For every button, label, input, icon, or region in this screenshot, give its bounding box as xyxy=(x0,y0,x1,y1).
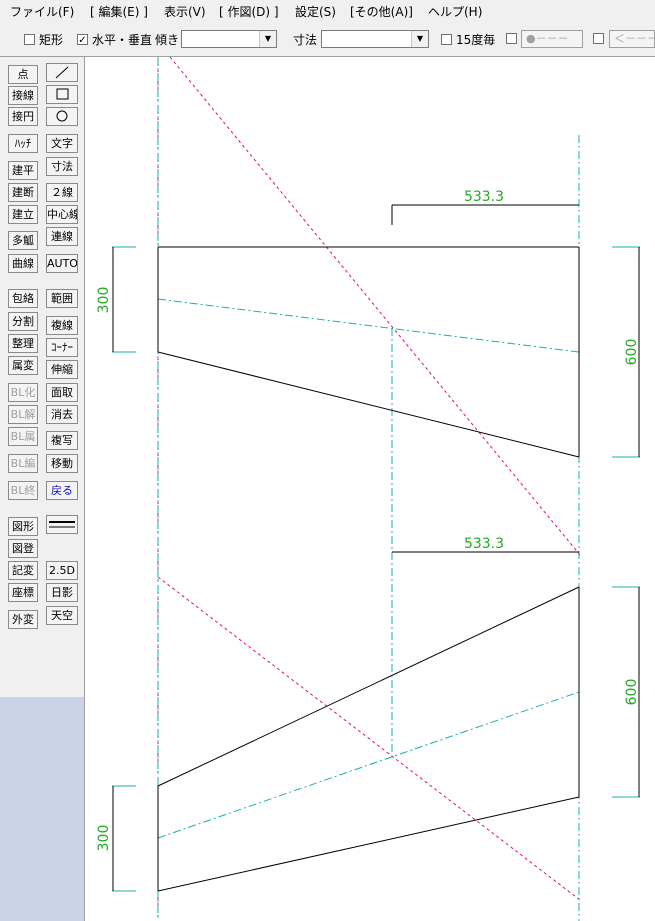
tool-dimension[interactable]: 寸法 xyxy=(46,157,78,176)
tool-stretch[interactable]: 伸縮 xyxy=(46,360,78,379)
circle-tool-icon xyxy=(56,110,68,122)
tool-block-create[interactable]: BL化 xyxy=(8,383,38,402)
tool-curve[interactable]: 曲線 xyxy=(8,254,38,273)
tool-tangent[interactable]: 接線 xyxy=(8,86,38,105)
menu-edit[interactable]: [ 編集(E) ] xyxy=(90,3,148,20)
tool-figure-register[interactable]: 図登 xyxy=(8,539,38,558)
slope-combo[interactable]: ▼ xyxy=(181,30,277,48)
tool-envelope[interactable]: 包絡 xyxy=(8,289,38,308)
tool-coordinates[interactable]: 座標 xyxy=(8,583,38,602)
tool-block-explode[interactable]: BL解 xyxy=(8,405,38,424)
tool-hatch[interactable]: ﾊｯﾁ xyxy=(8,134,38,153)
tool-range[interactable]: 範囲 xyxy=(46,289,78,308)
tool-block-attribute[interactable]: BL属 xyxy=(8,427,38,446)
tool-figure[interactable]: 図形 xyxy=(8,517,38,536)
tool-2-5d[interactable]: 2.5D xyxy=(46,561,78,580)
menu-view[interactable]: 表示(V) xyxy=(164,3,206,20)
tool-parallel-line[interactable]: 複線 xyxy=(46,316,78,335)
dim-label: 寸法 xyxy=(293,33,318,47)
tool-plan[interactable]: 建平 xyxy=(8,161,38,180)
menu-settings[interactable]: 設定(S) xyxy=(295,3,336,20)
dim-text-top-left-height: 300 xyxy=(96,287,112,314)
chevron-down-icon[interactable]: ▼ xyxy=(411,31,428,47)
dim-text-top-width: 533.3 xyxy=(464,189,504,205)
arrow-style-pill[interactable]: ＜－－－ xyxy=(609,30,655,48)
dim-combo[interactable]: ▼ xyxy=(321,30,429,48)
tool-block-end[interactable]: BL終 xyxy=(8,481,38,500)
dim-text-bottom-left-height: 300 xyxy=(96,825,112,852)
dim-text-bottom-right-height: 600 xyxy=(624,679,640,706)
tool-double-line[interactable]: ２線 xyxy=(46,183,78,202)
rect-label: 矩形 xyxy=(39,33,64,47)
tool-external-change[interactable]: 外変 xyxy=(8,610,38,629)
point-checkbox[interactable] xyxy=(506,33,517,44)
tool-sky[interactable]: 天空 xyxy=(46,606,78,625)
dimension-extension-lines xyxy=(112,246,640,892)
tool-sidebar: 点 接線 接円 ﾊｯﾁ 建平 建断 建立 多觚 曲線 文字 寸法 ２線 中心線 … xyxy=(0,57,85,921)
tool-line[interactable] xyxy=(46,63,78,82)
rect-checkbox[interactable]: 矩形 xyxy=(24,31,63,48)
hv-check-box[interactable]: ✓ xyxy=(77,34,88,46)
drawing: 533.3 533.3 300 600 600 300 xyxy=(96,57,640,921)
menu-draw[interactable]: [ 作図(D) ] xyxy=(219,3,279,20)
tool-move[interactable]: 移動 xyxy=(46,454,78,473)
tool-center-line[interactable]: 中心線 xyxy=(46,205,78,224)
tool-divide[interactable]: 分割 xyxy=(8,312,38,331)
tool-copy[interactable]: 複写 xyxy=(46,431,78,450)
deg15-check-box[interactable] xyxy=(441,34,452,45)
tool-elevation[interactable]: 建立 xyxy=(8,205,38,224)
menu-other[interactable]: [その他(A)] xyxy=(350,3,413,20)
tool-symbol-change[interactable]: 記変 xyxy=(8,561,38,580)
chevron-down-icon[interactable]: ▼ xyxy=(259,31,276,47)
center-lines xyxy=(157,57,580,921)
tool-circle[interactable] xyxy=(46,107,78,126)
tool-chamfer[interactable]: 面取 xyxy=(46,383,78,402)
toolbar: 矩形 ✓ 水平・垂直 傾き ▼ 寸法 ▼ 15度毎 ●－－－ ＜－－－ xyxy=(0,22,655,57)
menu-file[interactable]: ファイル(F) xyxy=(10,3,74,20)
slope-label: 傾き xyxy=(155,33,180,47)
menu-bar: ファイル(F) [ 編集(E) ] 表示(V) [ 作図(D) ] 設定(S) … xyxy=(0,0,655,23)
deg15-checkbox[interactable]: 15度毎 xyxy=(441,31,495,48)
rectangle-tool-icon xyxy=(56,88,69,100)
hv-checkbox[interactable]: ✓ 水平・垂直 xyxy=(77,31,152,48)
tool-attribute-change[interactable]: 属変 xyxy=(8,356,38,375)
dim-text-mid-width: 533.3 xyxy=(464,536,504,552)
menu-help[interactable]: ヘルプ(H) xyxy=(428,3,482,20)
dim-text-top-right-height: 600 xyxy=(624,339,640,366)
tool-connect-line[interactable]: 連線 xyxy=(46,227,78,246)
tool-point[interactable]: 点 xyxy=(8,65,38,84)
rect-check-box[interactable] xyxy=(24,34,35,45)
undo-button[interactable]: 戻る xyxy=(46,481,78,500)
aux-lines xyxy=(157,57,581,921)
line-tool-icon xyxy=(55,66,69,79)
tool-tangent-circle[interactable]: 接円 xyxy=(8,107,38,126)
tool-block-edit[interactable]: BL編 xyxy=(8,454,38,473)
tool-rectangle[interactable] xyxy=(46,85,78,104)
tool-polygon[interactable]: 多觚 xyxy=(8,231,38,250)
drawing-canvas[interactable]: 533.3 533.3 300 600 600 300 xyxy=(85,57,655,921)
sidebar-lower-panel xyxy=(0,697,84,921)
tool-auto[interactable]: AUTO xyxy=(46,254,78,273)
arrow-checkbox[interactable] xyxy=(593,33,604,44)
tool-section[interactable]: 建断 xyxy=(8,183,38,202)
tool-organize[interactable]: 整理 xyxy=(8,334,38,353)
tool-erase[interactable]: 消去 xyxy=(46,405,78,424)
point-style-pill[interactable]: ●－－－ xyxy=(521,30,583,48)
deg15-label: 15度毎 xyxy=(456,33,496,47)
line-type-selector[interactable] xyxy=(46,515,78,534)
tool-corner[interactable]: ｺｰﾅｰ xyxy=(46,338,78,357)
tool-text[interactable]: 文字 xyxy=(46,134,78,153)
line-type-icon xyxy=(49,521,75,528)
tool-shadow[interactable]: 日影 xyxy=(46,583,78,602)
hv-label: 水平・垂直 xyxy=(92,33,153,47)
